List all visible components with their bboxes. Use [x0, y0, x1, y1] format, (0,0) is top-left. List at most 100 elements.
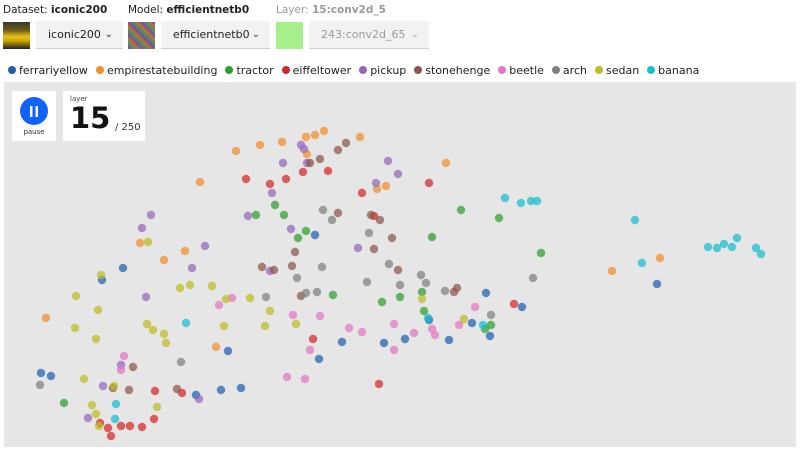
point-eiffeltower[interactable] — [241, 174, 251, 184]
point-beetle[interactable] — [300, 374, 310, 384]
model-select[interactable]: efficientnetb0 ⌄ — [161, 21, 270, 49]
point-empirestatebuilding[interactable] — [441, 158, 451, 168]
point-sedan[interactable] — [70, 323, 80, 333]
point-sedan[interactable] — [152, 402, 162, 412]
point-sedan[interactable] — [71, 291, 81, 301]
point-ferrariyellow[interactable] — [36, 368, 46, 378]
point-pickup[interactable] — [286, 224, 296, 234]
point-pickup[interactable] — [98, 381, 108, 391]
point-stonehenge[interactable] — [369, 244, 379, 254]
point-banana[interactable] — [732, 233, 742, 243]
point-beetle[interactable] — [430, 330, 440, 340]
point-sedan[interactable] — [96, 270, 106, 280]
point-arch[interactable] — [528, 273, 538, 283]
point-empirestatebuilding[interactable] — [319, 126, 329, 136]
point-tractor[interactable] — [293, 233, 303, 243]
point-arch[interactable] — [312, 287, 322, 297]
point-stonehenge[interactable] — [269, 265, 279, 275]
point-eiffeltower[interactable] — [308, 334, 318, 344]
point-sedan[interactable] — [265, 306, 275, 316]
point-beetle[interactable] — [357, 327, 367, 337]
point-sedan[interactable] — [260, 321, 270, 331]
point-eiffeltower[interactable] — [125, 421, 135, 431]
point-pickup[interactable] — [299, 144, 309, 154]
point-sedan[interactable] — [142, 319, 152, 329]
point-sedan[interactable] — [94, 421, 104, 431]
point-eiffeltower[interactable] — [265, 179, 275, 189]
point-ferrariyellow[interactable] — [652, 279, 662, 289]
point-sedan[interactable] — [159, 329, 169, 339]
legend-item-ferrariyellow[interactable]: ferrariyellow — [8, 64, 88, 77]
point-sedan[interactable] — [87, 400, 97, 410]
point-sedan[interactable] — [93, 305, 103, 315]
point-eiffeltower[interactable] — [116, 421, 126, 431]
point-arch[interactable] — [176, 357, 186, 367]
point-empirestatebuilding[interactable] — [607, 266, 617, 276]
point-tractor[interactable] — [59, 398, 69, 408]
point-sedan[interactable] — [161, 338, 171, 348]
point-banana[interactable] — [181, 318, 191, 328]
point-eiffeltower[interactable] — [357, 188, 367, 198]
point-ferrariyellow[interactable] — [444, 335, 454, 345]
point-beetle[interactable] — [116, 365, 126, 375]
point-sedan[interactable] — [185, 280, 195, 290]
point-pickup[interactable] — [243, 211, 253, 221]
point-banana[interactable] — [423, 313, 433, 323]
point-tractor[interactable] — [494, 213, 504, 223]
point-tractor[interactable] — [427, 232, 437, 242]
point-ferrariyellow[interactable] — [481, 288, 491, 298]
point-pickup[interactable] — [146, 210, 156, 220]
point-pickup[interactable] — [187, 263, 197, 273]
point-eiffeltower[interactable] — [424, 178, 434, 188]
point-stonehenge[interactable] — [172, 384, 182, 394]
point-stonehenge[interactable] — [333, 145, 343, 155]
point-pickup[interactable] — [83, 413, 93, 423]
point-sedan[interactable] — [143, 237, 153, 247]
point-beetle[interactable] — [305, 345, 315, 355]
legend-item-banana[interactable]: banana — [647, 64, 699, 77]
point-beetle[interactable] — [470, 302, 480, 312]
point-stonehenge[interactable] — [124, 385, 134, 395]
point-banana[interactable] — [110, 414, 120, 424]
point-ferrariyellow[interactable] — [118, 263, 128, 273]
point-stonehenge[interactable] — [257, 262, 267, 272]
point-empirestatebuilding[interactable] — [655, 253, 665, 263]
point-beetle[interactable] — [315, 311, 325, 321]
point-tractor[interactable] — [456, 205, 466, 215]
point-tractor[interactable] — [486, 320, 496, 330]
point-eiffeltower[interactable] — [509, 299, 519, 309]
point-empirestatebuilding[interactable] — [195, 177, 205, 187]
point-arch[interactable] — [421, 278, 431, 288]
point-ferrariyellow[interactable] — [379, 338, 389, 348]
point-tractor[interactable] — [328, 290, 338, 300]
point-eiffeltower[interactable] — [374, 379, 384, 389]
point-banana[interactable] — [630, 215, 640, 225]
point-pickup[interactable] — [137, 223, 147, 233]
point-tractor[interactable] — [251, 210, 261, 220]
point-arch[interactable] — [440, 286, 450, 296]
point-sedan[interactable] — [291, 319, 301, 329]
point-eiffeltower[interactable] — [150, 386, 160, 396]
pause-control[interactable]: pause — [12, 91, 56, 141]
point-ferrariyellow[interactable] — [400, 334, 410, 344]
point-stonehenge[interactable] — [341, 138, 351, 148]
point-sedan[interactable] — [79, 374, 89, 384]
point-empirestatebuilding[interactable] — [255, 140, 265, 150]
point-pickup[interactable] — [278, 158, 288, 168]
point-stonehenge[interactable] — [305, 158, 315, 168]
point-ferrariyellow[interactable] — [517, 302, 527, 312]
point-arch[interactable] — [292, 273, 302, 283]
point-arch[interactable] — [395, 280, 405, 290]
point-stonehenge[interactable] — [128, 362, 138, 372]
point-banana[interactable] — [500, 193, 510, 203]
point-eiffeltower[interactable] — [149, 414, 159, 424]
legend-item-stonehenge[interactable]: stonehenge — [414, 64, 490, 77]
point-ferrariyellow[interactable] — [216, 385, 226, 395]
point-sedan[interactable] — [109, 381, 119, 391]
point-pickup[interactable] — [200, 241, 210, 251]
point-tractor[interactable] — [536, 248, 546, 258]
legend-item-pickup[interactable]: pickup — [359, 64, 406, 77]
legend-item-tractor[interactable]: tractor — [225, 64, 274, 77]
point-sedan[interactable] — [175, 283, 185, 293]
point-empirestatebuilding[interactable] — [301, 132, 311, 142]
